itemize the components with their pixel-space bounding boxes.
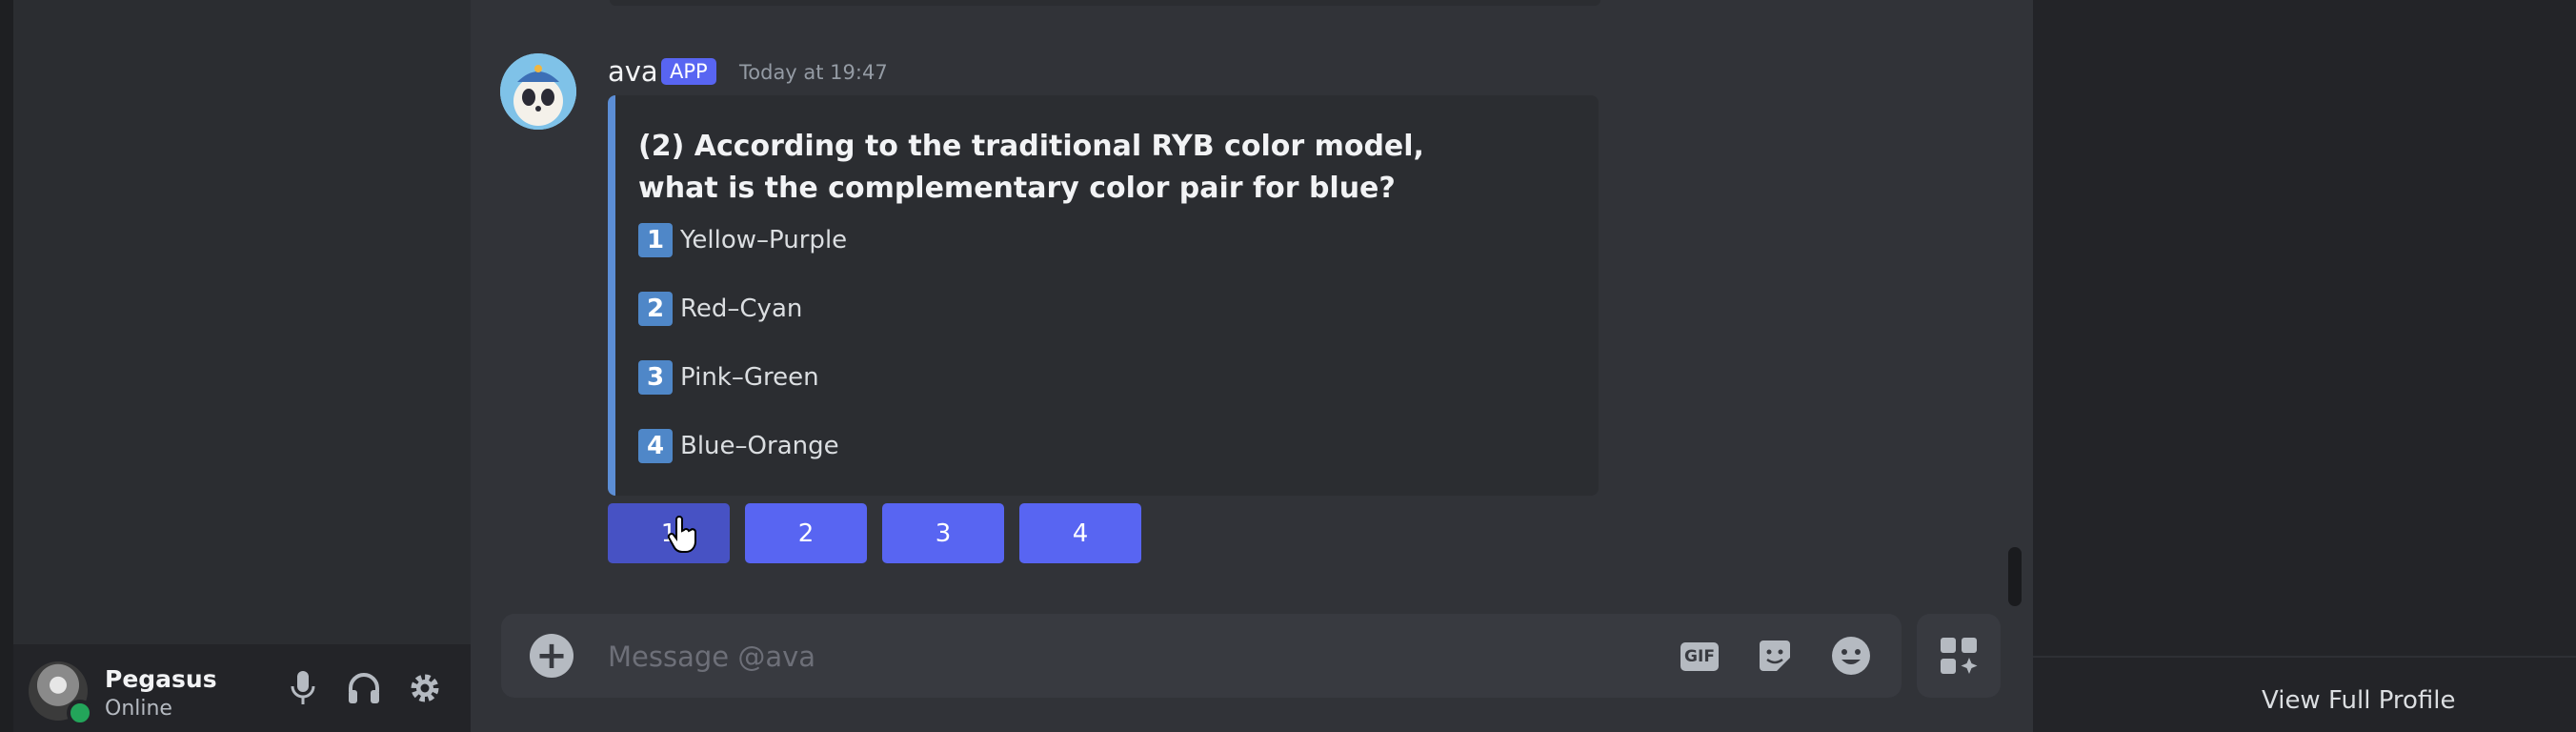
answer-option: 1 Yellow–Purple bbox=[638, 223, 847, 257]
keycap-1-icon: 1 bbox=[638, 223, 673, 257]
ava-avatar[interactable] bbox=[500, 53, 576, 130]
user-status: Online bbox=[105, 697, 172, 721]
answer-button-3[interactable]: 3 bbox=[882, 503, 1004, 563]
server-rail bbox=[0, 0, 13, 732]
sticker-icon[interactable] bbox=[1753, 634, 1797, 678]
online-status-dot bbox=[67, 700, 93, 726]
hand-cursor-icon bbox=[667, 516, 699, 558]
option-text: Pink–Green bbox=[680, 363, 819, 392]
answer-option: 4 Blue–Orange bbox=[638, 429, 839, 463]
previous-embed bbox=[610, 0, 1600, 6]
channel-sidebar bbox=[13, 0, 471, 732]
message-timestamp: Today at 19:47 bbox=[739, 61, 888, 84]
answer-button-4[interactable]: 4 bbox=[1019, 503, 1141, 563]
user-name[interactable]: Pegasus bbox=[105, 665, 217, 693]
answer-button-2[interactable]: 2 bbox=[745, 503, 867, 563]
keycap-4-icon: 4 bbox=[638, 429, 673, 463]
apps-icon bbox=[1941, 638, 1978, 674]
keycap-2-icon: 2 bbox=[638, 292, 673, 326]
answer-option: 3 Pink–Green bbox=[638, 360, 819, 395]
keycap-3-icon: 3 bbox=[638, 360, 673, 395]
app-badge: APP bbox=[661, 58, 716, 85]
option-text: Red–Cyan bbox=[680, 295, 803, 323]
apps-button[interactable] bbox=[1917, 614, 2001, 698]
profile-panel bbox=[2033, 0, 2576, 732]
chat-scrollbar[interactable] bbox=[2008, 547, 2022, 606]
add-attachment-button[interactable]: + bbox=[530, 634, 574, 678]
gif-button[interactable]: GIF bbox=[1680, 642, 1719, 671]
option-text: Blue–Orange bbox=[680, 432, 839, 460]
message-author[interactable]: ava bbox=[608, 55, 658, 88]
profile-divider bbox=[2033, 656, 2576, 658]
message-input[interactable] bbox=[606, 637, 1658, 677]
embed-accent-bar bbox=[608, 95, 615, 496]
option-text: Yellow–Purple bbox=[680, 226, 848, 254]
answer-option: 2 Red–Cyan bbox=[638, 292, 802, 326]
microphone-icon[interactable] bbox=[282, 667, 324, 709]
headphones-icon[interactable] bbox=[343, 667, 385, 709]
question-title: (2) According to the traditional RYB col… bbox=[638, 130, 1424, 205]
question-embed: (2) According to the traditional RYB col… bbox=[608, 95, 1599, 496]
view-full-profile-link[interactable]: View Full Profile bbox=[2262, 686, 2456, 715]
emoji-icon[interactable] bbox=[1829, 634, 1873, 678]
gear-icon[interactable] bbox=[404, 667, 446, 709]
